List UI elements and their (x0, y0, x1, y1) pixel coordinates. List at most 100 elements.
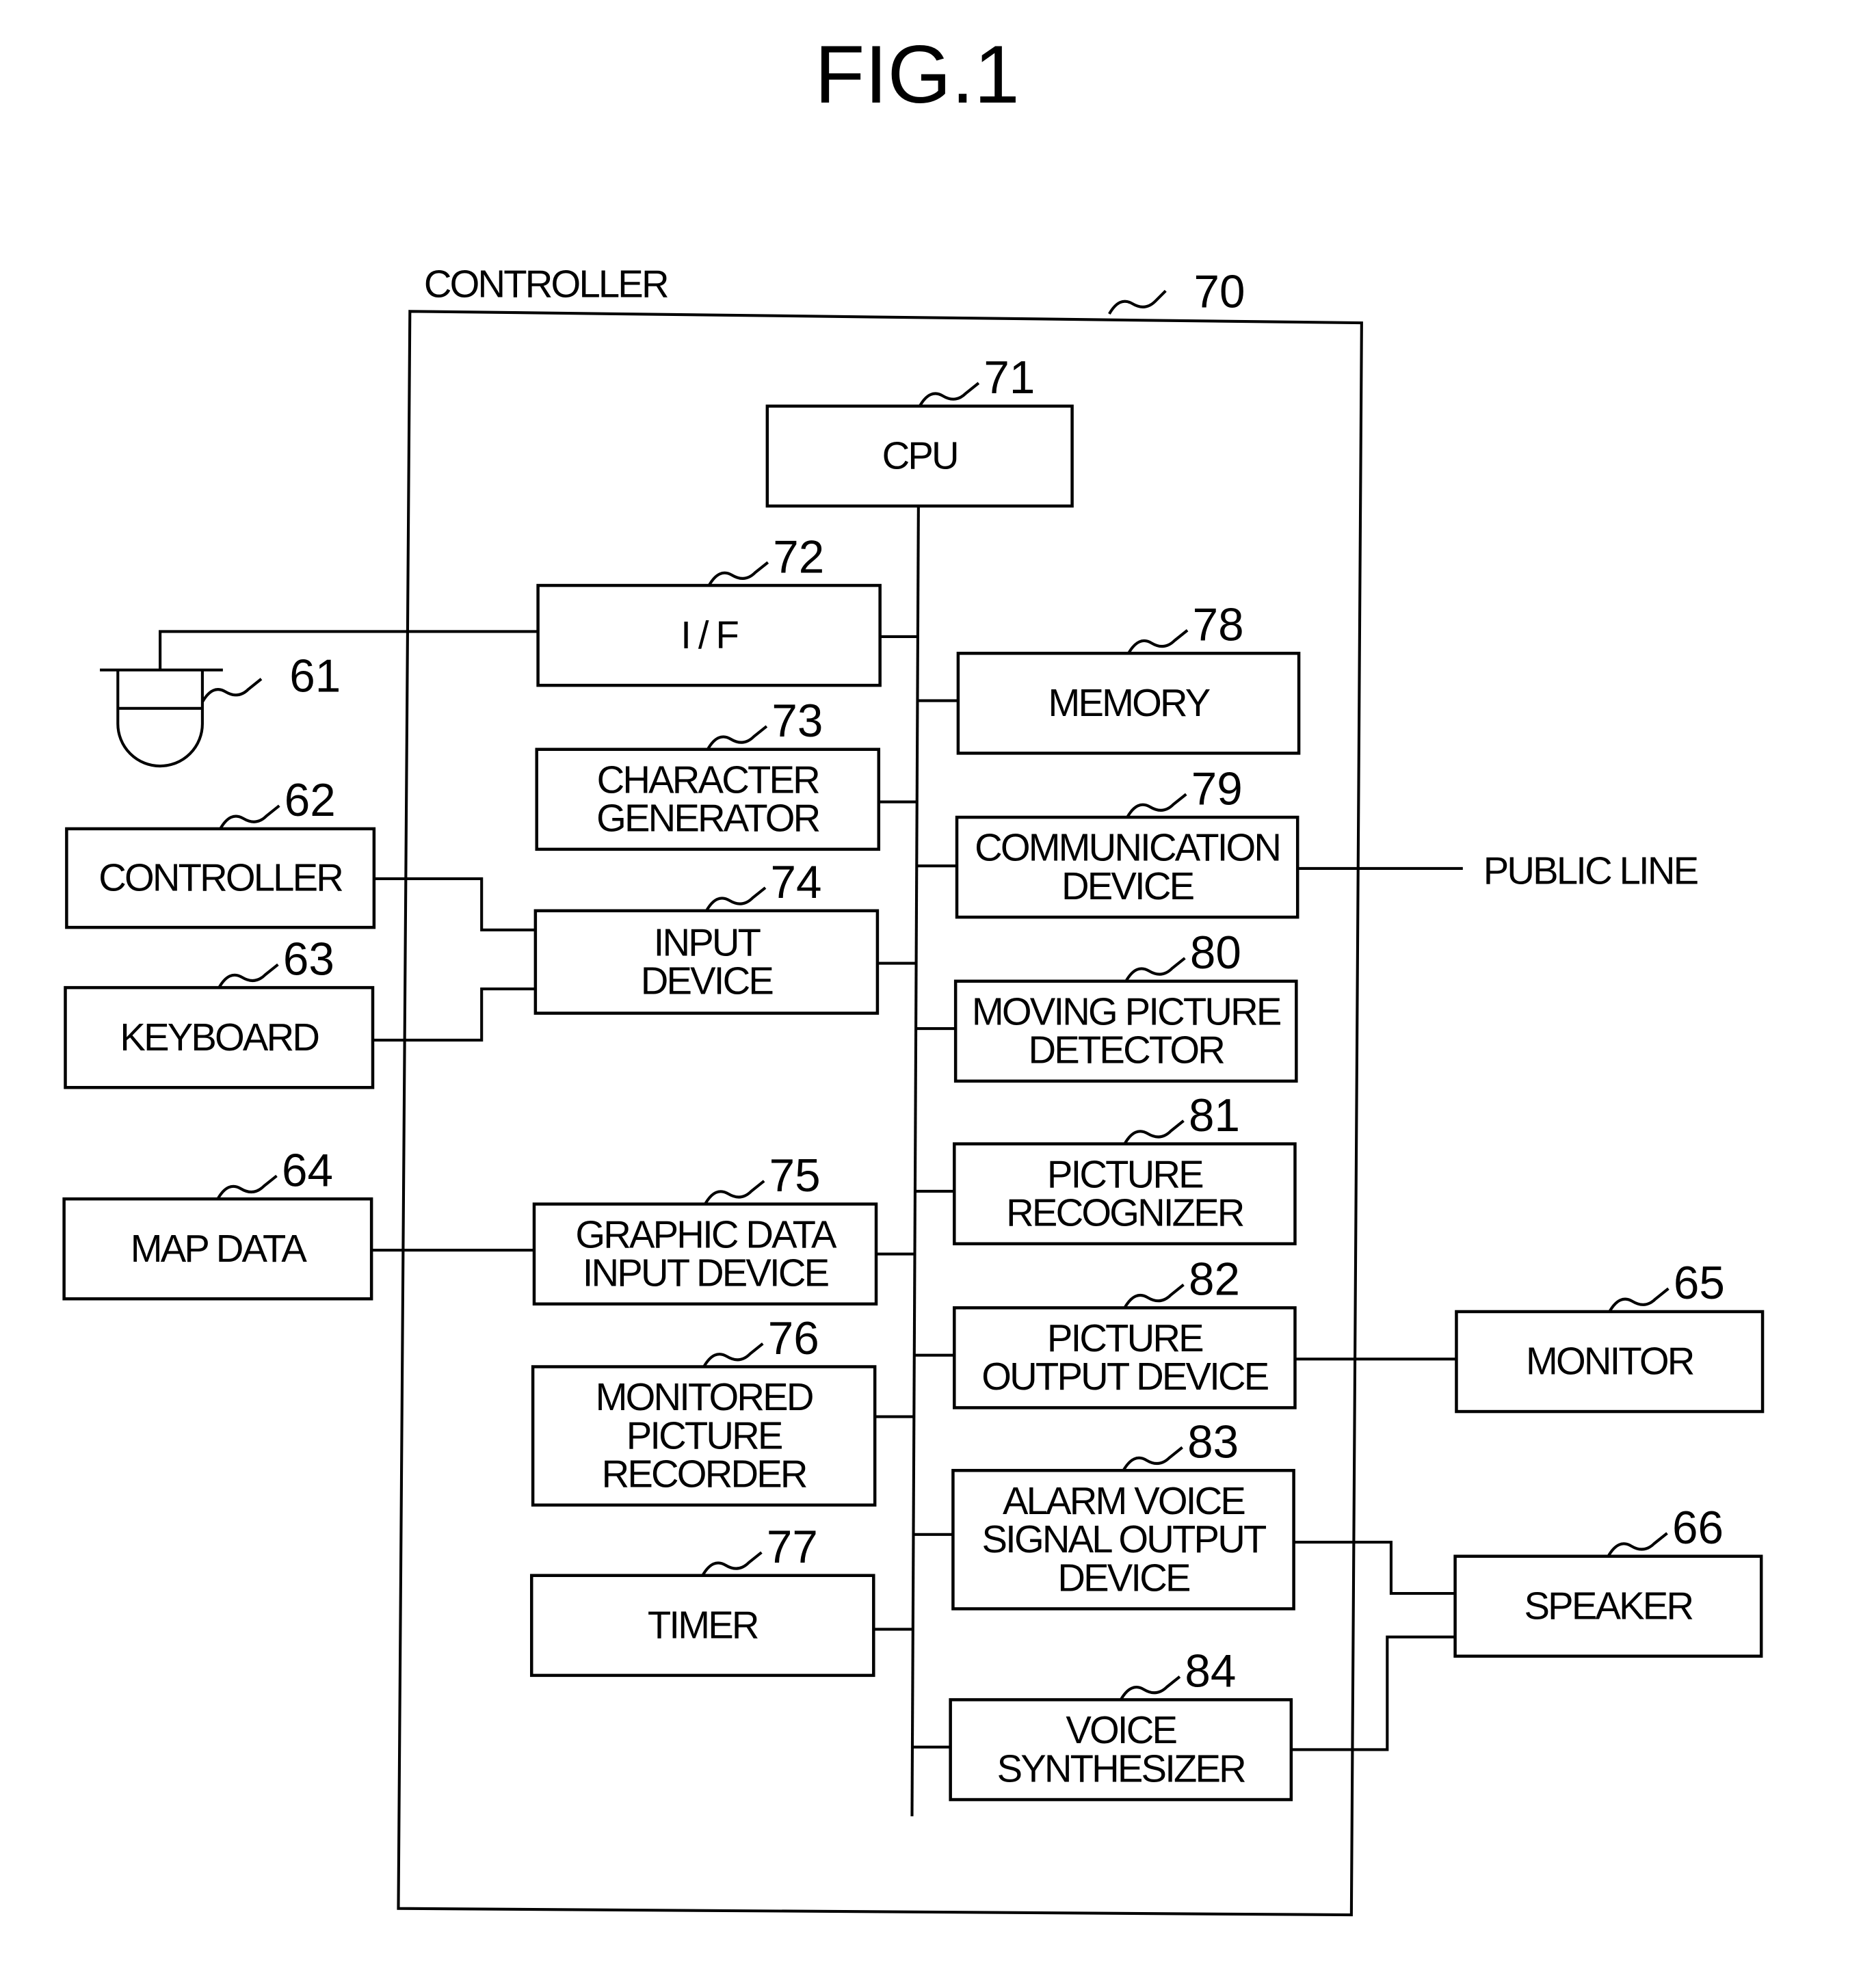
ref-number: 84 (1185, 1646, 1236, 1697)
block-label-line: PICTURE (1047, 1152, 1203, 1195)
block-cpu: CPU 71 (765, 352, 1074, 508)
wire-synth-speaker (1291, 1635, 1455, 1751)
ref-leader (1607, 1532, 1668, 1557)
ref-leader (217, 963, 279, 989)
ref-leader (1124, 957, 1186, 982)
ref-number: 83 (1187, 1416, 1239, 1468)
ref-leader-70 (1108, 289, 1167, 315)
ref-number: 75 (769, 1150, 821, 1202)
block-label-line: DEVICE (1057, 1556, 1190, 1599)
ref-leader (1127, 628, 1189, 654)
ref-70: 70 (1194, 267, 1245, 318)
block-label-line: RECORDER (602, 1453, 806, 1496)
block-label-line: SYNTHESIZER (997, 1747, 1245, 1790)
block-label-line: DETECTOR (1029, 1029, 1224, 1072)
block-label-line: PICTURE (1047, 1316, 1203, 1360)
block-label-line: TIMER (648, 1604, 758, 1647)
block-graphic-input: GRAPHIC DATAINPUT DEVICE 75 (532, 1150, 878, 1306)
ref-61: 61 (289, 651, 341, 702)
block-label-line: CPU (882, 434, 958, 477)
block-label-line: GRAPHIC DATA (575, 1212, 837, 1256)
block-alarm: ALARM VOICESIGNAL OUTPUTDEVICE 83 (951, 1416, 1295, 1611)
wire-alarm-speaker (1293, 1541, 1455, 1595)
block-char-gen: CHARACTERGENERATOR 73 (535, 695, 881, 851)
ref-leader (702, 1342, 764, 1368)
block-label-line: MONITORED (596, 1375, 813, 1418)
block-label-line: I / F (681, 613, 738, 657)
ref-leader-61 (201, 678, 263, 703)
block-label-line: MEMORY (1048, 681, 1211, 724)
ref-leader (701, 1551, 763, 1576)
block-label-line: DEVICE (641, 959, 774, 1003)
block-pic-out: PICTUREOUTPUT DEVICE 82 (953, 1254, 1297, 1409)
wire-camera-if (159, 630, 538, 670)
camera-dome-icon (116, 670, 204, 768)
ref-leader (1608, 1287, 1670, 1313)
ref-number: 78 (1193, 600, 1244, 651)
ref-leader (706, 725, 768, 750)
block-map-data: MAP DATA 64 (62, 1145, 373, 1301)
ref-leader (1122, 1446, 1183, 1472)
block-speaker: SPEAKER 66 (1453, 1502, 1763, 1658)
block-label-line: VOICE (1066, 1708, 1176, 1751)
ref-number: 63 (283, 933, 334, 985)
ref-number: 66 (1672, 1502, 1724, 1554)
ref-leader (705, 886, 767, 912)
system-bus (910, 507, 920, 1816)
ref-leader (216, 1174, 278, 1200)
ref-leader (1119, 1675, 1181, 1701)
ref-leader (1126, 793, 1187, 819)
block-input-device: INPUTDEVICE 74 (533, 857, 880, 1015)
ref-number: 73 (771, 695, 823, 747)
block-label-line: INPUT (654, 920, 761, 964)
ref-leader (1123, 1284, 1185, 1309)
block-memory: MEMORY 78 (956, 600, 1301, 755)
block-label-line: SIGNAL OUTPUT (982, 1517, 1267, 1561)
ref-leader (219, 804, 280, 830)
ref-leader (918, 382, 980, 407)
block-monitor: MONITOR 65 (1455, 1258, 1765, 1414)
block-label-line: CONTROLLER (98, 856, 342, 899)
block-label-line: OUTPUT DEVICE (981, 1355, 1268, 1398)
block-synth: VOICESYNTHESIZER 84 (949, 1646, 1293, 1801)
block-label-line: MONITOR (1526, 1340, 1693, 1383)
public-line-label: PUBLIC LINE (1483, 849, 1698, 892)
ref-leader (704, 1180, 765, 1205)
ref-leader (707, 561, 769, 587)
ref-number: 62 (285, 775, 336, 826)
wire-controller-input (373, 877, 536, 931)
block-label-line: DEVICE (1061, 864, 1194, 907)
ref-number: 76 (768, 1313, 819, 1364)
ref-number: 65 (1674, 1258, 1725, 1309)
block-if: I / F 72 (536, 531, 882, 687)
block-label-line: COMMUNICATION (975, 826, 1280, 869)
block-ext-controller: CONTROLLER 62 (65, 775, 376, 929)
ref-number: 77 (767, 1522, 818, 1573)
ref-number: 74 (771, 857, 822, 908)
block-label-line: CHARACTER (597, 758, 819, 801)
ref-number: 81 (1189, 1090, 1240, 1141)
block-recorder: MONITOREDPICTURERECORDER 76 (531, 1313, 877, 1507)
ref-number: 71 (984, 352, 1035, 403)
figure-title: FIG.1 (815, 29, 1020, 120)
ref-number: 72 (773, 531, 824, 583)
camera-61: 61 (100, 651, 341, 768)
block-label-line: SPEAKER (1525, 1584, 1693, 1627)
block-label-line: RECOGNIZER (1006, 1191, 1243, 1234)
block-label-line: GENERATOR (596, 797, 819, 840)
ref-number: 82 (1189, 1254, 1240, 1306)
block-diagram: FIG.1 CONTROLLER 70 61 PUBLIC LINE CPU71… (62, 29, 1765, 1917)
block-label-line: MAP DATA (131, 1227, 308, 1270)
ref-number: 64 (282, 1145, 333, 1196)
ref-number: 79 (1191, 763, 1243, 814)
block-keyboard: KEYBOARD 63 (64, 933, 375, 1089)
block-moving: MOVING PICTUREDETECTOR 80 (953, 927, 1298, 1083)
block-label-line: MOVING PICTURE (972, 990, 1281, 1033)
controller-enclosure-label: CONTROLLER (424, 263, 668, 306)
block-recognizer: PICTURERECOGNIZER 81 (953, 1090, 1297, 1245)
block-label-line: PICTURE (626, 1414, 782, 1457)
block-comm: COMMUNICATIONDEVICE 79 (955, 763, 1299, 919)
ref-number: 80 (1190, 927, 1241, 979)
block-timer: TIMER77 (529, 1522, 875, 1678)
wire-keyboard-input (373, 987, 536, 1042)
